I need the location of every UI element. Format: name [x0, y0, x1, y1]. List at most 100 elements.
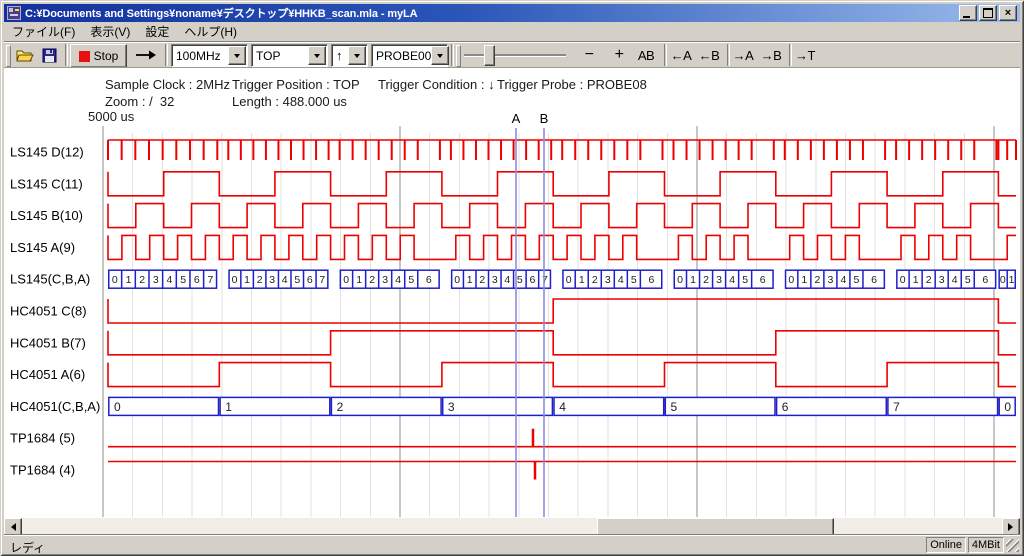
waveform-plot: LS145 D(12) LS145 C(11) LS145 B(10) LS145 A… [0, 0, 1024, 556]
svg-text:6: 6 [871, 274, 877, 286]
svg-text:0: 0 [900, 274, 906, 286]
svg-text:0: 0 [1004, 400, 1011, 414]
svg-text:4: 4 [840, 274, 846, 286]
channel-label: TP1684 (5) [10, 431, 75, 446]
status-ready: レディ [10, 539, 45, 556]
svg-text:1: 1 [690, 274, 696, 286]
channel-label: HC4051 B(7) [10, 335, 86, 350]
svg-text:3: 3 [939, 274, 945, 286]
cursor-label: B [540, 111, 549, 126]
channel-label: LS145 C(11) [10, 176, 83, 191]
svg-text:3: 3 [448, 400, 455, 414]
channel-ls145-c-11-: LS145 C(11) [10, 172, 1016, 196]
svg-text:6: 6 [426, 274, 432, 286]
svg-text:4: 4 [167, 274, 173, 286]
svg-text:0: 0 [566, 274, 572, 286]
scroll-left-icon [7, 523, 16, 531]
channel-label: HC4051(C,B,A) [10, 399, 100, 414]
svg-text:2: 2 [703, 274, 709, 286]
svg-text:1: 1 [913, 274, 919, 286]
app-window: { "window": { "title": "C:¥Documents and… [0, 0, 1024, 556]
status-bar: レディ Online 4MBit [4, 535, 1020, 553]
svg-text:6: 6 [307, 274, 313, 286]
svg-text:2: 2 [257, 274, 263, 286]
resize-grip[interactable] [1006, 539, 1019, 552]
svg-text:0: 0 [343, 274, 349, 286]
svg-text:1: 1 [1009, 274, 1015, 286]
svg-text:5: 5 [965, 274, 971, 286]
svg-text:3: 3 [716, 274, 722, 286]
svg-text:1: 1 [126, 274, 132, 286]
svg-text:3: 3 [153, 274, 159, 286]
channel-label: LS145 A(9) [10, 240, 75, 255]
svg-text:7: 7 [319, 274, 325, 286]
scroll-right-button[interactable] [1002, 518, 1020, 536]
svg-text:5: 5 [742, 274, 748, 286]
svg-text:4: 4 [559, 400, 566, 414]
svg-text:6: 6 [649, 274, 655, 286]
channel-hc4051-b-7-: HC4051 B(7) [10, 331, 1016, 355]
svg-text:1: 1 [244, 274, 250, 286]
svg-text:0: 0 [114, 400, 121, 414]
svg-text:2: 2 [369, 274, 375, 286]
horizontal-scrollbar[interactable] [4, 518, 1020, 534]
channel-label: LS145 D(12) [10, 145, 84, 160]
svg-text:0: 0 [788, 274, 794, 286]
status-online: Online [926, 537, 966, 553]
svg-text:5: 5 [854, 274, 860, 286]
channel-label: LS145 B(10) [10, 208, 83, 223]
channel-label: HC4051 C(8) [10, 304, 87, 319]
svg-text:0: 0 [454, 274, 460, 286]
svg-text:5: 5 [408, 274, 414, 286]
svg-text:2: 2 [337, 400, 344, 414]
svg-text:3: 3 [605, 274, 611, 286]
svg-text:1: 1 [579, 274, 585, 286]
channel-ls145-c-b-a-: LS145(C,B,A)0123456701234567012345601234… [10, 270, 1015, 288]
svg-text:0: 0 [677, 274, 683, 286]
channel-ls145-b-10-: LS145 B(10) [10, 204, 1016, 228]
svg-text:5: 5 [671, 400, 678, 414]
svg-text:4: 4 [395, 274, 401, 286]
svg-text:3: 3 [269, 274, 275, 286]
svg-text:2: 2 [926, 274, 932, 286]
svg-text:4: 4 [504, 274, 510, 286]
channel-hc4051-c-8-: HC4051 C(8) [10, 299, 1016, 323]
svg-text:5: 5 [180, 274, 186, 286]
svg-text:2: 2 [479, 274, 485, 286]
channel-ls145-a-9-: LS145 A(9) [10, 235, 1016, 259]
svg-text:0: 0 [112, 274, 118, 286]
svg-text:3: 3 [492, 274, 498, 286]
scroll-thumb[interactable] [597, 518, 834, 536]
scroll-right-icon [1008, 523, 1017, 531]
svg-text:4: 4 [282, 274, 288, 286]
svg-text:6: 6 [529, 274, 535, 286]
svg-text:0: 0 [232, 274, 238, 286]
channel-hc4051-c-b-a-: HC4051(C,B,A)012345670 [10, 397, 1015, 415]
svg-text:3: 3 [382, 274, 388, 286]
channel-label: TP1684 (4) [10, 463, 75, 478]
svg-text:6: 6 [760, 274, 766, 286]
channel-hc4051-a-6-: HC4051 A(6) [10, 363, 1016, 387]
svg-text:6: 6 [982, 274, 988, 286]
channel-tp1684-5-: TP1684 (5) [10, 429, 1016, 447]
channel-label: LS145(C,B,A) [10, 272, 90, 287]
svg-text:5: 5 [631, 274, 637, 286]
status-memory: 4MBit [968, 537, 1004, 553]
svg-text:1: 1 [801, 274, 807, 286]
svg-text:7: 7 [542, 274, 548, 286]
svg-text:4: 4 [618, 274, 624, 286]
svg-text:2: 2 [592, 274, 598, 286]
svg-text:5: 5 [517, 274, 523, 286]
channel-tp1684-4-: TP1684 (4) [10, 462, 1016, 480]
svg-text:2: 2 [814, 274, 820, 286]
svg-text:0: 0 [1000, 274, 1006, 286]
svg-text:6: 6 [194, 274, 200, 286]
cursor-label: A [512, 111, 521, 126]
svg-text:1: 1 [356, 274, 362, 286]
svg-text:6: 6 [782, 400, 789, 414]
channel-label: HC4051 A(6) [10, 367, 85, 382]
svg-text:7: 7 [893, 400, 900, 414]
scroll-left-button[interactable] [4, 518, 22, 536]
svg-text:7: 7 [208, 274, 214, 286]
svg-text:4: 4 [952, 274, 958, 286]
